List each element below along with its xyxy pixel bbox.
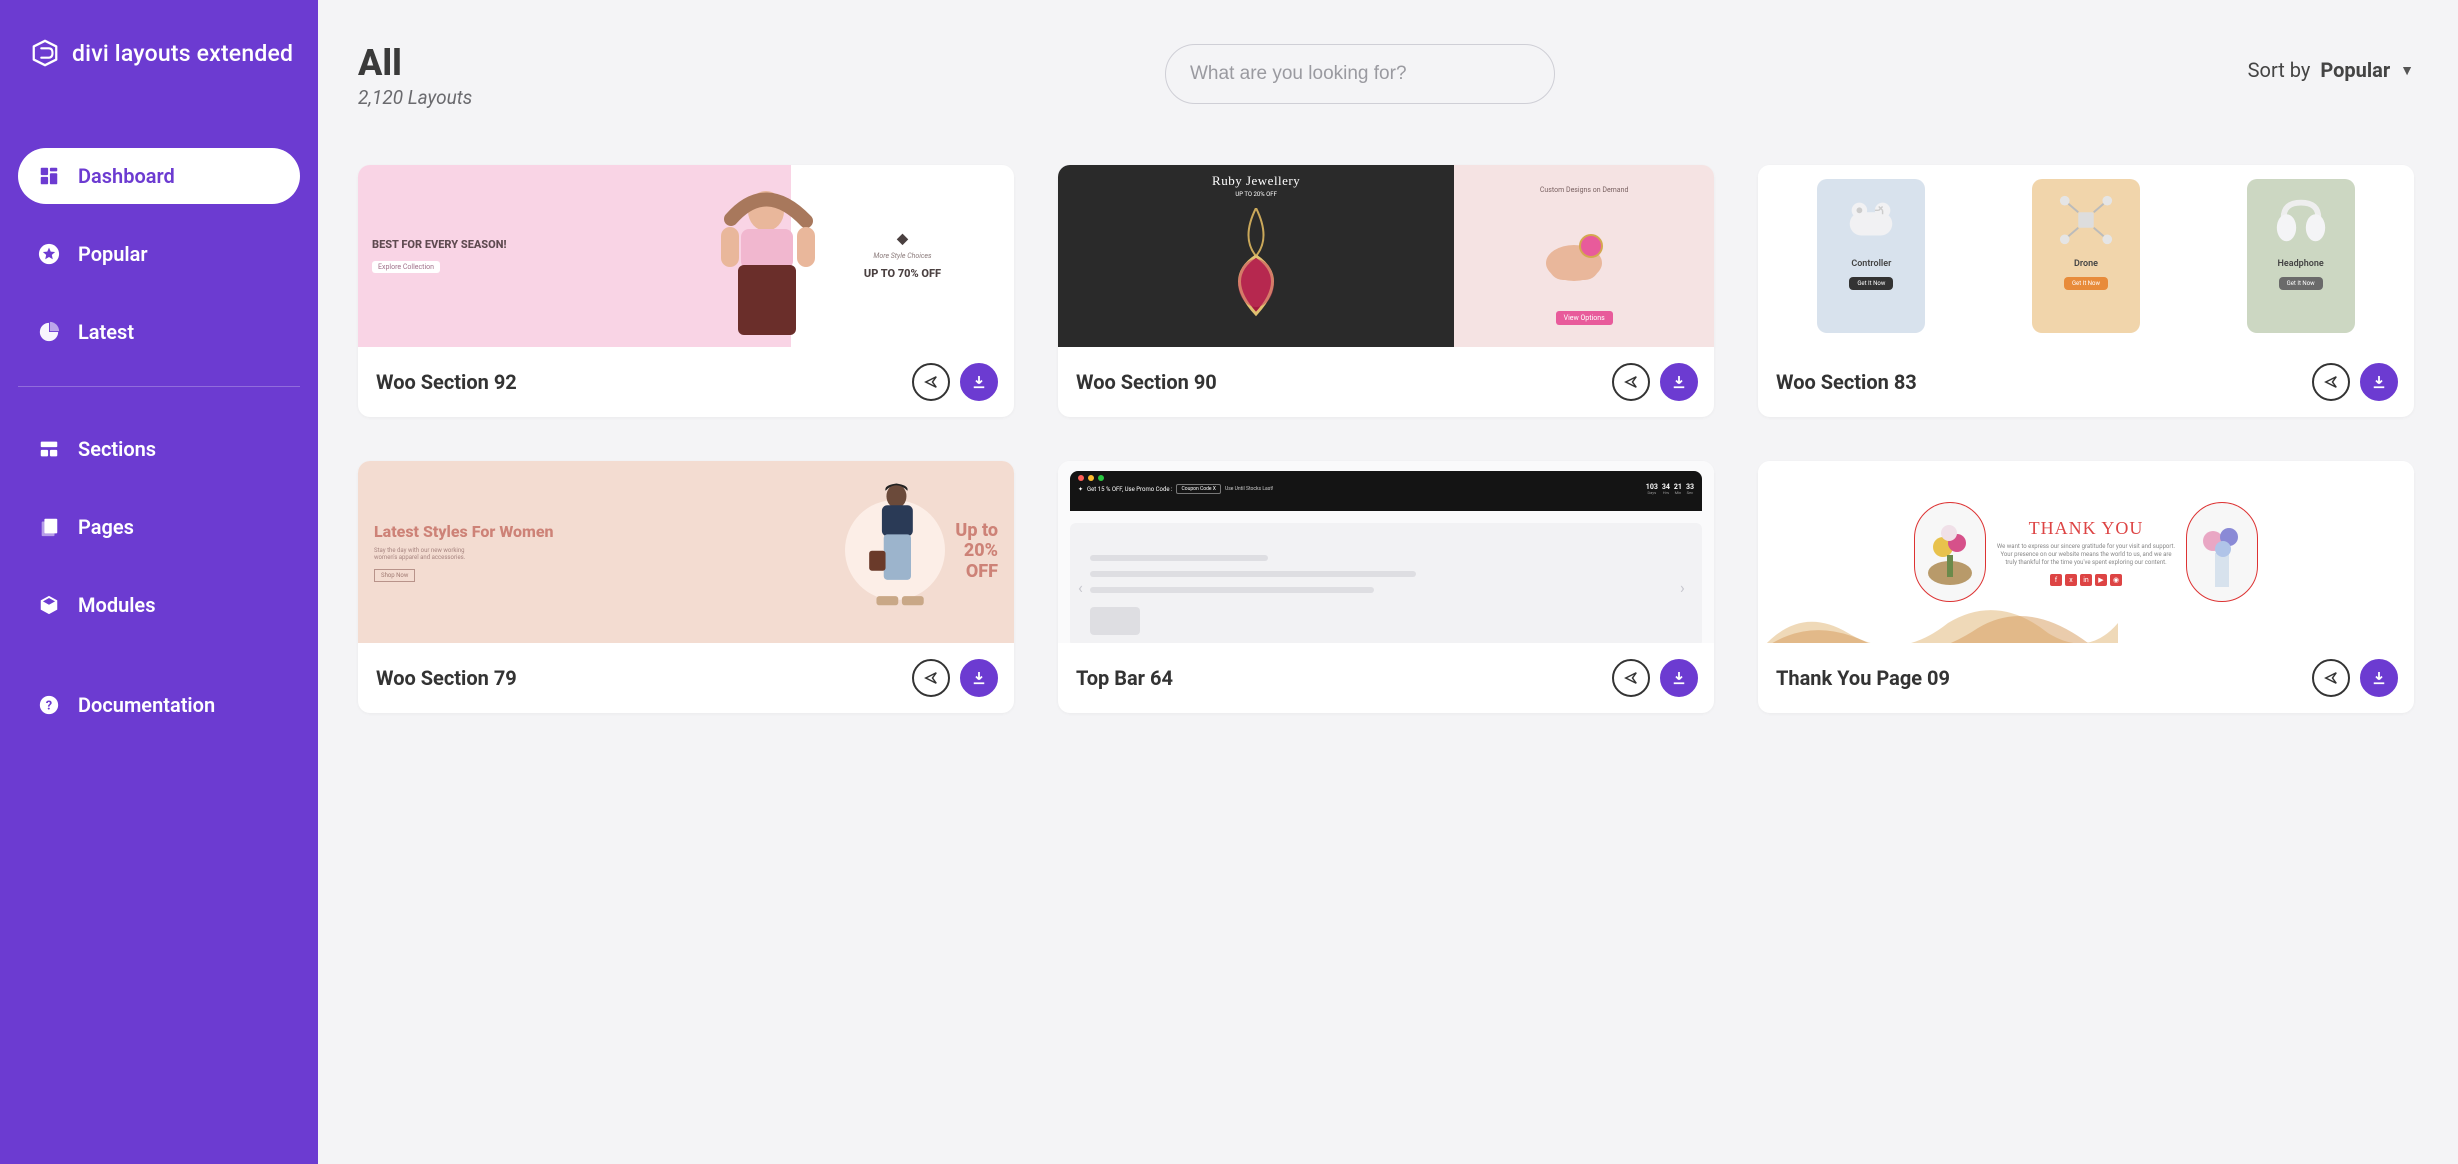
layout-card[interactable]: Ruby Jewellery UP TO 20% OFF Custom Desi… [1058, 165, 1714, 417]
brand-text: divi layouts extended [72, 40, 293, 67]
layout-card[interactable]: Controller Get It Now Drone Get It Now H… [1758, 165, 2414, 417]
sidebar-item-dashboard[interactable]: Dashboard [18, 148, 300, 204]
chevron-down-icon: ▼ [2400, 62, 2414, 79]
download-button[interactable] [1660, 659, 1698, 697]
download-button[interactable] [960, 659, 998, 697]
download-button[interactable] [1660, 363, 1698, 401]
preview-button[interactable] [2312, 659, 2350, 697]
sidebar-item-documentation[interactable]: ? Documentation [18, 677, 300, 733]
layout-title: Woo Section 90 [1076, 370, 1217, 394]
pie-icon [38, 321, 60, 343]
page-title: All [358, 44, 472, 84]
sidebar-divider [18, 386, 300, 387]
header: All 2,120 Layouts Sort by Popular ▼ [358, 44, 2414, 109]
sidebar-item-label: Documentation [78, 693, 215, 717]
layout-card[interactable]: BEST FOR EVERY SEASON! Explore Collectio… [358, 165, 1014, 417]
page-subtitle: 2,120 Layouts [358, 86, 472, 109]
sidebar-item-popular[interactable]: Popular [18, 226, 300, 282]
layout-thumbnail: Latest Styles For Women Stay the day wit… [358, 461, 1014, 643]
layout-title: Top Bar 64 [1076, 666, 1173, 690]
help-icon: ? [38, 694, 60, 716]
preview-button[interactable] [1612, 363, 1650, 401]
preview-button[interactable] [2312, 363, 2350, 401]
layout-title: Thank You Page 09 [1776, 666, 1950, 690]
sidebar-item-label: Pages [78, 515, 134, 539]
layout-thumbnail: Controller Get It Now Drone Get It Now H… [1758, 165, 2414, 347]
main-content: All 2,120 Layouts Sort by Popular ▼ BEST… [318, 0, 2458, 1164]
layout-thumbnail: Ruby Jewellery UP TO 20% OFF Custom Desi… [1058, 165, 1714, 347]
layout-card[interactable]: Latest Styles For Women Stay the day wit… [358, 461, 1014, 713]
sidebar-item-label: Sections [78, 437, 156, 461]
layout-thumbnail: ✦ Get 15 % OFF, Use Promo Code : Coupon … [1058, 461, 1714, 643]
preview-button[interactable] [912, 363, 950, 401]
brand-icon [30, 38, 60, 68]
sections-icon [38, 438, 60, 460]
pages-icon [38, 516, 60, 538]
sort-dropdown[interactable]: Sort by Popular ▼ [2248, 58, 2414, 82]
layout-title: Woo Section 79 [376, 666, 517, 690]
download-button[interactable] [960, 363, 998, 401]
layout-card[interactable]: THANK YOU We want to express our sincere… [1758, 461, 2414, 713]
layout-card[interactable]: ✦ Get 15 % OFF, Use Promo Code : Coupon … [1058, 461, 1714, 713]
dashboard-icon [38, 165, 60, 187]
layout-title: Woo Section 83 [1776, 370, 1917, 394]
brand-logo: divi layouts extended [18, 38, 300, 68]
star-icon [38, 243, 60, 265]
sidebar-item-sections[interactable]: Sections [18, 421, 300, 477]
preview-button[interactable] [1612, 659, 1650, 697]
sort-value: Popular [2320, 58, 2390, 82]
download-button[interactable] [2360, 363, 2398, 401]
layout-title: Woo Section 92 [376, 370, 517, 394]
preview-button[interactable] [912, 659, 950, 697]
sidebar-item-latest[interactable]: Latest [18, 304, 300, 360]
svg-text:?: ? [46, 699, 52, 714]
sidebar-item-modules[interactable]: Modules [18, 577, 300, 633]
sidebar-item-label: Popular [78, 242, 148, 266]
sidebar-item-label: Modules [78, 593, 155, 617]
layout-grid: BEST FOR EVERY SEASON! Explore Collectio… [358, 165, 2414, 713]
sidebar-item-label: Dashboard [78, 164, 175, 188]
sort-label: Sort by [2248, 58, 2311, 82]
title-block: All 2,120 Layouts [358, 44, 472, 109]
search-input[interactable] [1165, 44, 1555, 104]
download-button[interactable] [2360, 659, 2398, 697]
sidebar-item-label: Latest [78, 320, 134, 344]
sidebar: divi layouts extended Dashboard Popular … [0, 0, 318, 1164]
layout-thumbnail: BEST FOR EVERY SEASON! Explore Collectio… [358, 165, 1014, 347]
sidebar-item-pages[interactable]: Pages [18, 499, 300, 555]
layout-thumbnail: THANK YOU We want to express our sincere… [1758, 461, 2414, 643]
cube-icon [38, 594, 60, 616]
